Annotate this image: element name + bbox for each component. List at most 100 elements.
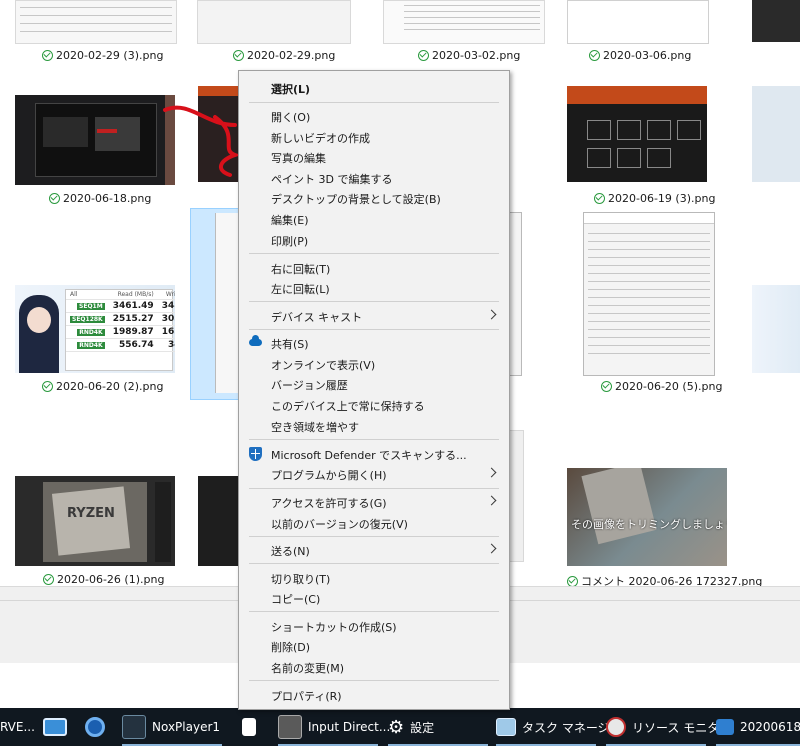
menu-item-set-background[interactable]: デスクトップの背景として設定(B) xyxy=(239,188,509,209)
thumbnail-2020-03-02[interactable] xyxy=(383,0,545,44)
menu-item-device-cast[interactable]: デバイス キャスト xyxy=(239,306,509,327)
menu-separator xyxy=(249,102,499,103)
sync-check-icon xyxy=(233,50,244,61)
thumbnail-hwinfo-right[interactable] xyxy=(508,212,522,376)
menu-item-label: ペイント 3D で編集する xyxy=(271,173,393,186)
menu-item-copy[interactable]: コピー(C) xyxy=(239,588,509,609)
defender-shield-icon xyxy=(249,447,262,461)
menu-item-version-history[interactable]: バージョン履歴 xyxy=(239,374,509,395)
menu-item-open[interactable]: 開く(O) xyxy=(239,106,509,127)
menu-item-create-shortcut[interactable]: ショートカットの作成(S) xyxy=(239,616,509,637)
thumbnail-2020-03-06[interactable] xyxy=(567,0,709,44)
taskbar-item-noxplayer[interactable]: NoxPlayer1 xyxy=(122,708,220,746)
taskbar-item-browser[interactable] xyxy=(80,708,110,746)
menu-item-share[interactable]: 共有(S) xyxy=(239,333,509,354)
menu-item-print[interactable]: 印刷(P) xyxy=(239,230,509,251)
taskbar-item-document[interactable] xyxy=(236,708,262,746)
thumbnail-2020-06-20-5[interactable] xyxy=(583,212,715,376)
menu-item-new-video[interactable]: 新しいビデオの作成 xyxy=(239,127,509,148)
taskbar-label: RVE... xyxy=(0,720,35,734)
file-item[interactable]: 2020-03-06.png xyxy=(589,49,691,62)
menu-item-send-to[interactable]: 送る(N) xyxy=(239,540,509,561)
file-name: 2020-06-20 (2).png xyxy=(56,380,164,393)
menu-item-label: デスクトップの背景として設定(B) xyxy=(271,193,441,206)
menu-item-paint3d[interactable]: ペイント 3D で編集する xyxy=(239,168,509,189)
thumbnail-comment-2020-06-26[interactable]: その画像をトリミングしましょう xyxy=(567,468,727,566)
taskbar-item-rve[interactable]: RVE... xyxy=(0,708,35,746)
menu-item-label: 共有(S) xyxy=(271,338,309,351)
sync-check-icon xyxy=(589,50,600,61)
thumbnail-2020-06-18[interactable] xyxy=(15,95,175,185)
chevron-right-icon xyxy=(486,467,497,478)
menu-item-label: バージョン履歴 xyxy=(271,379,348,392)
thumbnail-partial-right[interactable] xyxy=(752,86,800,182)
thumbnail-2020-02-29-3[interactable] xyxy=(15,0,177,44)
thumbnail-2020-06-26-1[interactable]: RYZEN xyxy=(15,476,175,566)
context-menu: 選択(L) 開く(O) 新しいビデオの作成 写真の編集 ペイント 3D で編集す… xyxy=(238,70,510,710)
thumbnail-partial[interactable] xyxy=(752,0,800,42)
menu-item-rename[interactable]: 名前の変更(M) xyxy=(239,657,509,678)
file-item[interactable]: 2020-06-20 (2).png xyxy=(42,380,163,393)
thumbnail-partial-right[interactable] xyxy=(752,285,800,373)
file-item[interactable]: 2020-06-20 (5).png xyxy=(601,380,722,393)
menu-item-give-access[interactable]: アクセスを許可する(G) xyxy=(239,492,509,513)
file-item[interactable]: 2020-03-02.png xyxy=(418,49,520,62)
menu-item-label: 選択(L) xyxy=(271,83,311,96)
gear-icon: ⚙ xyxy=(388,716,405,738)
taskbar-item-monitor[interactable] xyxy=(40,708,70,746)
taskbar-item-settings[interactable]: ⚙ 設定 xyxy=(388,708,434,746)
benchmark-all-label: All xyxy=(66,290,109,300)
menu-separator xyxy=(249,488,499,489)
menu-item-label: 写真の編集 xyxy=(271,152,326,165)
input-director-icon xyxy=(278,715,302,739)
benchmark-write-label: Write (MB/s) xyxy=(157,290,175,300)
file-item[interactable]: 2020-06-18.png xyxy=(49,192,151,205)
menu-item-label: 空き領域を増やす xyxy=(271,421,359,434)
menu-separator xyxy=(249,301,499,302)
file-item[interactable]: 2020-02-29 (3).png xyxy=(42,49,163,62)
menu-item-label: 以前のバージョンの復元(V) xyxy=(271,518,408,531)
menu-item-always-keep[interactable]: このデバイス上で常に保持する xyxy=(239,395,509,416)
file-item[interactable]: 2020-06-19 (3).png xyxy=(594,192,715,205)
benchmark-write-value: 1659.72 xyxy=(157,325,175,339)
sync-check-icon xyxy=(418,50,429,61)
menu-item-label: Microsoft Defender でスキャンする... xyxy=(271,449,467,462)
menu-item-defender-scan[interactable]: Microsoft Defender でスキャンする... xyxy=(239,444,509,465)
onedrive-cloud-icon xyxy=(249,335,262,346)
menu-item-label: ショートカットの作成(S) xyxy=(271,621,397,634)
taskbar-item-task-manager[interactable]: タスク マネージ... xyxy=(496,708,621,746)
thumbnail-partial[interactable] xyxy=(508,430,524,562)
file-item[interactable]: 2020-06-26 (1).png xyxy=(43,573,164,586)
menu-item-properties[interactable]: プロパティ(R) xyxy=(239,685,509,706)
file-name: 2020-02-29.png xyxy=(247,49,336,62)
menu-item-edit[interactable]: 編集(E) xyxy=(239,209,509,230)
nox-icon xyxy=(122,715,146,739)
menu-item-rotate-right[interactable]: 右に回転(T) xyxy=(239,258,509,279)
taskbar-item-resource-monitor[interactable]: リソース モニター xyxy=(606,708,731,746)
menu-item-open-with[interactable]: プログラムから開く(H) xyxy=(239,464,509,485)
benchmark-row-label: RND4K xyxy=(77,329,105,336)
sync-check-icon xyxy=(42,381,53,392)
benchmark-panel: AllRead (MB/s)Write (MB/s) SEQ1M3461.493… xyxy=(65,289,175,371)
menu-item-rotate-left[interactable]: 左に回転(L) xyxy=(239,278,509,299)
menu-item-free-up-space[interactable]: 空き領域を増やす xyxy=(239,416,509,437)
sync-check-icon xyxy=(567,575,578,587)
file-item[interactable]: 2020-02-29.png xyxy=(233,49,335,62)
thumbnail-2020-02-29[interactable] xyxy=(197,0,351,44)
menu-item-view-online[interactable]: オンラインで表示(V) xyxy=(239,354,509,375)
menu-item-select[interactable]: 選択(L) xyxy=(239,78,509,99)
taskbar-item-photos[interactable]: 20200618_2... xyxy=(716,708,800,746)
thumbnail-2020-06-19-3[interactable] xyxy=(567,86,707,182)
menu-item-label: 送る(N) xyxy=(271,545,310,558)
thumbnail-partial-dark[interactable] xyxy=(198,476,238,566)
sync-check-icon xyxy=(594,193,605,204)
menu-item-edit-photo[interactable]: 写真の編集 xyxy=(239,147,509,168)
menu-item-delete[interactable]: 削除(D) xyxy=(239,636,509,657)
benchmark-read-value: 2515.27 xyxy=(108,312,158,326)
benchmark-read-value: 1989.87 xyxy=(108,325,158,339)
thumbnail-2020-06-20-2[interactable]: AllRead (MB/s)Write (MB/s) SEQ1M3461.493… xyxy=(15,285,175,373)
menu-item-cut[interactable]: 切り取り(T) xyxy=(239,568,509,589)
menu-item-restore-versions[interactable]: 以前のバージョンの復元(V) xyxy=(239,513,509,534)
taskbar-item-input-director[interactable]: Input Direct... xyxy=(278,708,390,746)
menu-item-label: 編集(E) xyxy=(271,214,309,227)
